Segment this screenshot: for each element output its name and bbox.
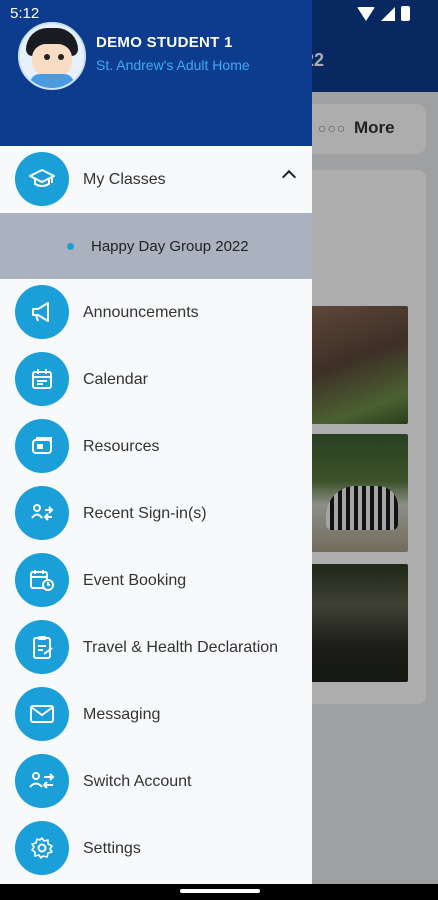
menu-label-event-booking: Event Booking (83, 571, 187, 589)
menu-label-resources: Resources (83, 437, 160, 455)
menu-label-travel-health: Travel & Health Declaration (83, 638, 279, 656)
user-name: DEMO STUDENT 1 (96, 34, 233, 51)
class-item-happy-day-group[interactable]: Happy Day Group 2022 (0, 213, 312, 279)
graduation-cap-icon (15, 152, 69, 206)
calendar-icon (15, 352, 69, 406)
avatar[interactable] (18, 22, 86, 90)
menu-label-calendar: Calendar (83, 370, 148, 388)
bullet-icon (67, 243, 74, 250)
chevron-up-icon[interactable] (281, 169, 297, 185)
menu-label-messaging: Messaging (83, 705, 161, 723)
menu-label-settings: Settings (83, 839, 141, 857)
navigation-drawer: DEMO STUDENT 1 St. Andrew's Adult Home M… (0, 0, 312, 884)
menu-item-recent-signins[interactable]: Recent Sign-in(s) (0, 480, 312, 547)
battery-icon (401, 6, 410, 21)
menu-label-recent-signins: Recent Sign-in(s) (83, 504, 207, 522)
status-bar: 5:12 (0, 0, 438, 28)
menu-label-switch-account: Switch Account (83, 772, 192, 790)
signin-icon (15, 486, 69, 540)
avatar-eye-left (44, 54, 50, 60)
menu-item-messaging[interactable]: Messaging (0, 681, 312, 748)
status-time: 5:12 (10, 5, 40, 22)
menu-label-my-classes: My Classes (83, 170, 166, 188)
resources-icon (15, 419, 69, 473)
avatar-face (32, 44, 72, 76)
menu-item-switch-account[interactable]: Switch Account (0, 748, 312, 815)
menu-item-settings[interactable]: Settings (0, 815, 312, 882)
user-organization: St. Andrew's Adult Home (96, 57, 250, 73)
event-booking-icon (15, 553, 69, 607)
menu-item-travel-health[interactable]: Travel & Health Declaration (0, 614, 312, 681)
gear-icon (15, 821, 69, 875)
class-label: Happy Day Group 2022 (91, 237, 249, 255)
avatar-body (30, 74, 74, 88)
menu-label-announcements: Announcements (83, 303, 199, 321)
menu-item-calendar[interactable]: Calendar (0, 346, 312, 413)
menu-item-event-booking[interactable]: Event Booking (0, 547, 312, 614)
status-icons (357, 6, 410, 21)
megaphone-icon (15, 285, 69, 339)
signal-icon (381, 6, 395, 21)
switch-account-icon (15, 754, 69, 808)
system-nav-bar (0, 884, 438, 900)
menu-item-announcements[interactable]: Announcements (0, 279, 312, 346)
home-gesture-pill[interactable] (180, 889, 260, 893)
menu-item-resources[interactable]: Resources (0, 413, 312, 480)
drawer-menu: My Classes Happy Day Group 2022 Announce… (0, 146, 312, 882)
avatar-eye-right (58, 54, 64, 60)
menu-item-my-classes[interactable]: My Classes (0, 146, 312, 213)
clipboard-icon (15, 620, 69, 674)
wifi-icon (357, 6, 375, 21)
envelope-icon (15, 687, 69, 741)
